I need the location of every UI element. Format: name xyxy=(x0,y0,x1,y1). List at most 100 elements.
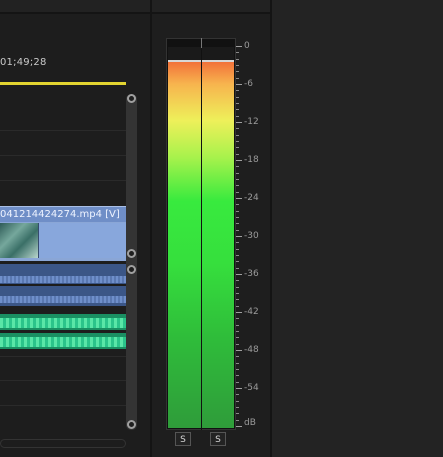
db-tick-minor xyxy=(236,204,239,206)
db-tick-major xyxy=(236,46,242,47)
db-tick-minor xyxy=(236,394,239,396)
db-tick-minor xyxy=(236,292,239,294)
db-tick-minor xyxy=(236,172,239,174)
track-divider xyxy=(0,130,126,131)
db-tick-minor xyxy=(236,90,239,92)
db-tick-minor xyxy=(236,318,239,320)
db-tick-minor xyxy=(236,71,239,73)
db-label: dB xyxy=(244,418,256,428)
timeline-timecode: 01;49;28 xyxy=(0,57,47,68)
db-tick-minor xyxy=(236,375,239,377)
db-tick-major xyxy=(236,273,242,275)
db-tick-minor xyxy=(236,267,239,269)
track-divider xyxy=(0,405,126,406)
video-clip-body xyxy=(39,223,126,258)
db-label: -30 xyxy=(244,231,259,241)
db-tick-minor xyxy=(236,216,239,218)
audio-waveform xyxy=(0,318,126,328)
db-label: 0 xyxy=(244,41,250,51)
db-tick-minor xyxy=(236,381,239,383)
db-scale: 0 -6 -12 -18 -24 -30 -36 -42 -48 -54 dB xyxy=(236,40,272,430)
db-tick-minor xyxy=(236,191,239,193)
db-tick-minor xyxy=(236,134,239,136)
db-tick-minor xyxy=(236,96,239,98)
db-tick-minor xyxy=(236,210,239,212)
panel-divider[interactable] xyxy=(150,0,152,457)
solo-right-button[interactable]: S xyxy=(210,432,226,446)
db-label: -48 xyxy=(244,345,259,355)
db-tick-major xyxy=(236,425,242,427)
video-clip-thumbnail xyxy=(0,223,39,258)
track-divider xyxy=(0,356,126,357)
db-label: -42 xyxy=(244,307,259,317)
scroll-handle-top-icon[interactable] xyxy=(127,265,136,274)
db-tick-minor xyxy=(236,128,239,130)
db-label: -54 xyxy=(244,383,259,393)
db-label: -24 xyxy=(244,193,259,203)
db-tick-major xyxy=(236,387,242,389)
db-label: -18 xyxy=(244,155,259,165)
db-label: -6 xyxy=(244,79,253,89)
db-tick-major xyxy=(236,121,242,123)
db-label: -12 xyxy=(244,117,259,127)
horizontal-scrollbar[interactable] xyxy=(0,439,126,448)
scroll-handle-top-icon[interactable] xyxy=(127,94,136,103)
db-tick-minor xyxy=(236,413,239,415)
db-tick-major xyxy=(236,311,242,313)
db-label: -36 xyxy=(244,269,259,279)
db-tick-minor xyxy=(236,178,239,180)
db-tick-minor xyxy=(236,254,239,256)
db-tick-major xyxy=(236,235,242,237)
db-tick-minor xyxy=(236,261,239,263)
db-tick-major xyxy=(236,349,242,351)
db-tick-minor xyxy=(236,109,239,111)
db-tick-minor xyxy=(236,102,239,104)
db-tick-minor xyxy=(236,343,239,345)
track-divider xyxy=(0,380,126,381)
db-tick-minor xyxy=(236,286,239,288)
audio-waveform xyxy=(0,296,126,303)
db-tick-minor xyxy=(236,147,239,149)
audio-waveform xyxy=(0,337,126,347)
audio-waveform xyxy=(0,276,126,283)
db-tick-minor xyxy=(236,185,239,187)
db-tick-minor xyxy=(236,248,239,250)
db-tick-minor xyxy=(236,368,239,370)
vertical-scrollbar[interactable] xyxy=(126,94,137,430)
db-tick-major xyxy=(236,197,242,199)
db-tick-minor xyxy=(236,400,239,402)
db-tick-major xyxy=(236,83,242,85)
db-tick-minor xyxy=(236,406,239,408)
db-tick-minor xyxy=(236,58,239,60)
db-tick-minor xyxy=(236,166,239,168)
db-tick-minor xyxy=(236,280,239,282)
solo-left-button[interactable]: S xyxy=(175,432,191,446)
db-tick-minor xyxy=(236,337,239,339)
work-area-bar[interactable] xyxy=(0,82,126,85)
channel-divider-top xyxy=(201,38,202,48)
video-clip-title: 041214424274.mp4 [V] xyxy=(0,207,126,222)
channel-divider xyxy=(201,38,202,430)
db-tick-minor xyxy=(236,299,239,301)
db-tick-minor xyxy=(236,242,239,244)
db-tick-minor xyxy=(236,362,239,364)
scroll-handle-bottom-icon[interactable] xyxy=(127,249,136,258)
empty-panel xyxy=(272,0,443,457)
db-tick-major xyxy=(236,159,242,161)
db-tick-minor xyxy=(236,419,239,421)
db-tick-minor xyxy=(236,140,239,142)
db-tick-minor xyxy=(236,77,239,79)
db-tick-minor xyxy=(236,330,239,332)
track-divider xyxy=(0,155,126,156)
db-tick-minor xyxy=(236,356,239,358)
panel-header-strip xyxy=(0,0,272,14)
track-divider xyxy=(0,180,126,181)
db-tick-minor xyxy=(236,324,239,326)
db-tick-minor xyxy=(236,64,239,66)
db-tick-minor xyxy=(236,115,239,117)
db-tick-minor xyxy=(236,305,239,307)
db-tick-minor xyxy=(236,229,239,231)
scroll-handle-bottom-icon[interactable] xyxy=(127,420,136,429)
db-tick-minor xyxy=(236,52,239,54)
db-tick-minor xyxy=(236,153,239,155)
